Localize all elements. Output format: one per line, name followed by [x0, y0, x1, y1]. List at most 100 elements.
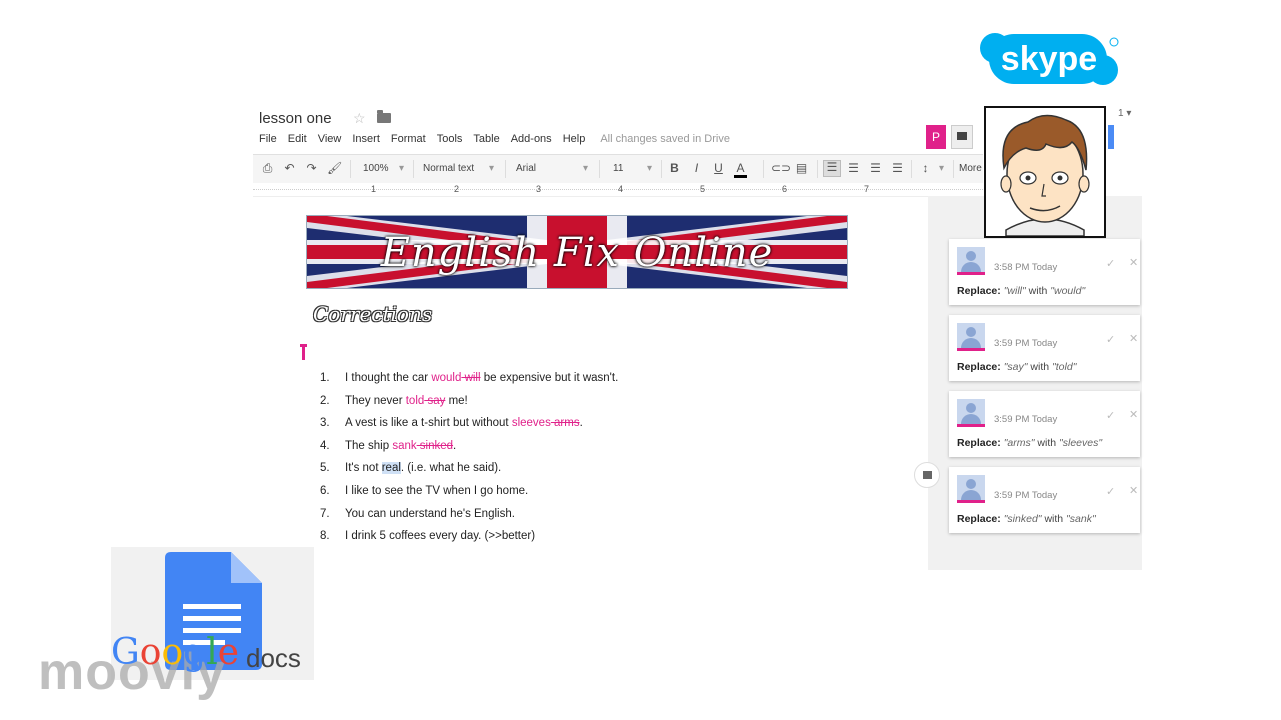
suggestion-from: "will": [1003, 285, 1026, 297]
user-avatar: [957, 399, 985, 427]
spacing-caret-icon[interactable]: ▾: [939, 155, 944, 183]
comment-time: 3:59 PM Today: [994, 490, 1058, 501]
menu-edit[interactable]: Edit: [288, 133, 307, 145]
reject-close-icon[interactable]: ✕: [1129, 408, 1138, 421]
ruler[interactable]: 1 2 3 4 5 6 7: [253, 183, 983, 197]
underline-icon[interactable]: U: [712, 162, 725, 175]
reject-close-icon[interactable]: ✕: [1129, 332, 1138, 345]
suggestion-text: Replace: "say" with "told": [957, 361, 1076, 373]
list-item[interactable]: 2. They never told say me!: [320, 393, 618, 416]
share-button[interactable]: [1108, 125, 1114, 149]
accept-check-icon[interactable]: ✓: [1106, 485, 1115, 498]
suggestion-card[interactable]: 3:59 PM Today ✓ ✕ Replace: "say" with "told…: [949, 315, 1140, 381]
comments-button[interactable]: [951, 125, 973, 149]
suggestion-card[interactable]: 3:59 PM Today ✓ ✕ Replace: "sinked" with "s…: [949, 467, 1140, 533]
collaborator-avatar[interactable]: P: [926, 125, 946, 149]
suggestion-card[interactable]: 3:58 PM Today ✓ ✕ Replace: "will" with "wou…: [949, 239, 1140, 305]
line-spacing-icon[interactable]: ↕: [919, 162, 932, 175]
print-icon[interactable]: ⎙: [261, 162, 274, 175]
menu-insert[interactable]: Insert: [352, 133, 380, 145]
menu-addons[interactable]: Add-ons: [511, 133, 552, 145]
menu-help[interactable]: Help: [563, 133, 586, 145]
justify-icon[interactable]: ☰: [891, 162, 904, 175]
comment-time: 3:59 PM Today: [994, 338, 1058, 349]
more-button[interactable]: More: [959, 155, 982, 183]
style-select[interactable]: Normal text: [423, 155, 474, 183]
suggested-insertion: sleeves: [511, 417, 551, 430]
align-center-icon[interactable]: ☰: [847, 162, 860, 175]
suggestion-with: with: [1037, 437, 1057, 449]
align-left-icon[interactable]: ☰: [823, 160, 841, 177]
list-item[interactable]: 5. It's not real. (i.e. what he said).: [320, 460, 618, 483]
ruler-mark: 3: [536, 184, 542, 194]
paint-format-icon[interactable]: 🖌: [327, 162, 342, 175]
menu-file[interactable]: File: [259, 133, 277, 145]
ruler-mark: 2: [454, 184, 460, 194]
comment-time: 3:59 PM Today: [994, 414, 1058, 425]
list-text: me!: [445, 394, 468, 407]
list-item[interactable]: 8. I drink 5 coffees every day. (>>better…: [320, 528, 618, 551]
suggestion-label: Replace:: [957, 437, 1001, 449]
list-number: 8.: [320, 530, 330, 543]
accept-check-icon[interactable]: ✓: [1106, 409, 1115, 422]
text-color-icon[interactable]: A: [734, 162, 747, 178]
font-select[interactable]: Arial: [516, 155, 536, 183]
bold-icon[interactable]: B: [668, 162, 681, 175]
ruler-mark: 5: [700, 184, 706, 194]
suggestion-text: Replace: "will" with "would": [957, 285, 1085, 297]
list-item[interactable]: 3. A vest is like a t-shirt but without s…: [320, 415, 618, 438]
suggestion-from: "arms": [1003, 437, 1035, 449]
align-right-icon[interactable]: ☰: [869, 162, 882, 175]
menu-table[interactable]: Table: [473, 133, 499, 145]
style-caret-icon[interactable]: ▾: [489, 155, 494, 183]
ruler-mark: 1: [371, 184, 377, 194]
list-number: 2.: [320, 394, 330, 407]
font-caret-icon[interactable]: ▾: [583, 155, 588, 183]
insert-comment-icon[interactable]: ▤: [795, 162, 808, 175]
document-title[interactable]: lesson one: [259, 110, 332, 127]
user-avatar: [957, 247, 985, 275]
suggestion-from: "sinked": [1003, 513, 1042, 525]
undo-icon[interactable]: ↶: [283, 162, 296, 175]
save-status[interactable]: All changes saved in Drive: [600, 133, 730, 145]
suggestion-card[interactable]: 3:59 PM Today ✓ ✕ Replace: "arms" with "sle…: [949, 391, 1140, 457]
account-caret-icon[interactable]: 1 ▾: [1118, 108, 1131, 119]
list-item[interactable]: 7. You can understand he's English.: [320, 506, 618, 529]
corrections-list[interactable]: 1. I thought the car would will be expens…: [320, 370, 618, 551]
suggestion-label: Replace:: [957, 285, 1001, 297]
redo-icon[interactable]: ↷: [305, 162, 318, 175]
suggestion-to: "sleeves": [1059, 437, 1103, 449]
list-text: You can understand he's English.: [345, 507, 515, 520]
list-number: 4.: [320, 439, 330, 452]
size-caret-icon[interactable]: ▾: [647, 155, 652, 183]
list-text: .: [453, 439, 457, 452]
star-icon[interactable]: ☆: [353, 110, 366, 127]
link-icon[interactable]: ⊂⊃: [771, 162, 791, 175]
font-size-select[interactable]: 11: [613, 155, 623, 183]
list-text: be expensive but it wasn't.: [480, 372, 619, 384]
suggestion-to: "would": [1050, 285, 1086, 297]
reject-close-icon[interactable]: ✕: [1129, 484, 1138, 497]
menu-format[interactable]: Format: [391, 133, 426, 145]
accept-check-icon[interactable]: ✓: [1106, 333, 1115, 346]
user-avatar: [957, 475, 985, 503]
folder-icon[interactable]: [377, 110, 391, 123]
list-text: They never: [345, 394, 406, 407]
italic-icon[interactable]: I: [690, 162, 703, 175]
list-text: I drink 5 coffees every day. (>>better): [345, 530, 536, 543]
zoom-caret-icon[interactable]: ▾: [399, 155, 404, 183]
menu-view[interactable]: View: [318, 133, 342, 145]
formatting-toolbar: ⎙ ↶ ↷ 🖌 100% ▾ Normal text ▾ Arial ▾ 11 …: [253, 154, 983, 184]
list-item[interactable]: 4. The ship sank sinked.: [320, 438, 618, 461]
list-item[interactable]: 6. I like to see the TV when I go home.: [320, 483, 618, 506]
menu-tools[interactable]: Tools: [437, 133, 463, 145]
menu-bar: File Edit View Insert Format Tools Table…: [259, 133, 741, 145]
list-number: 1.: [320, 372, 330, 384]
add-comment-icon[interactable]: [914, 462, 940, 488]
list-item[interactable]: 1. I thought the car would will be expens…: [320, 370, 618, 393]
reject-close-icon[interactable]: ✕: [1129, 256, 1138, 269]
accept-check-icon[interactable]: ✓: [1106, 257, 1115, 270]
banner-image[interactable]: English Fix Online: [306, 215, 848, 289]
zoom-select[interactable]: 100%: [363, 155, 389, 183]
suggestion-to: "told": [1052, 361, 1077, 373]
